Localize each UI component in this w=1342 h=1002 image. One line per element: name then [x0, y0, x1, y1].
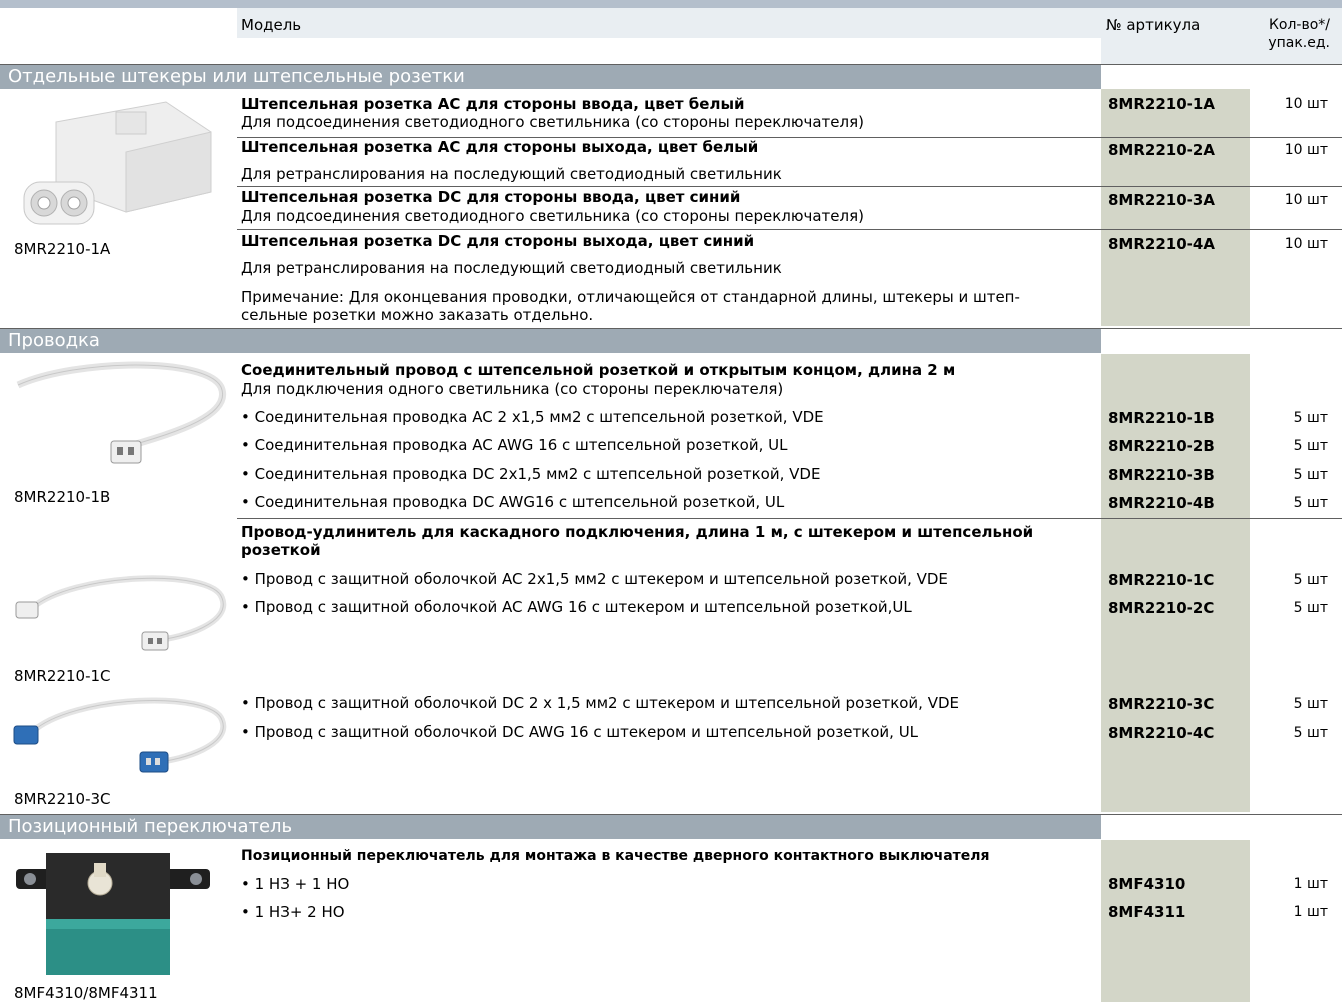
quantity: 5 шт	[1293, 725, 1328, 741]
quantity: 1 шт	[1293, 876, 1328, 892]
product-description: Для подсоединения светодиодного светильн…	[241, 207, 864, 225]
divider	[237, 518, 1342, 519]
image-caption: 8MR2210-1C	[14, 667, 111, 685]
quantity: 5 шт	[1293, 467, 1328, 483]
product-description: Для подсоединения светодиодного светильн…	[241, 113, 864, 131]
quantity: 5 шт	[1293, 696, 1328, 712]
quantity: 5 шт	[1293, 600, 1328, 616]
list-item: • Провод с защитной оболочкой AC 2x1,5 м…	[241, 570, 948, 588]
product-title: Штепсельная розетка DC для стороны ввода…	[241, 188, 741, 206]
section-title-plugs: Отдельные штекеры или штепсельные розетк…	[8, 66, 465, 87]
divider	[0, 814, 1342, 815]
article-number: 8MR2210-4B	[1108, 494, 1215, 512]
list-item: • Соединительная проводка AC 2 x1,5 мм2 …	[241, 408, 824, 426]
product-title: Провод-удлинитель для каскадного подключ…	[241, 523, 1034, 541]
product-description: Для ретранслирования на последующий свет…	[241, 259, 782, 277]
list-item: • Провод с защитной оболочкой DC 2 x 1,5…	[241, 694, 960, 712]
note: сельные розетки можно заказать отдельно.	[241, 306, 594, 324]
article-number: 8MR2210-2A	[1108, 141, 1215, 159]
quantity: 5 шт	[1293, 410, 1328, 426]
article-number: 8MR2210-1B	[1108, 409, 1215, 427]
note: Примечание: Для оконцевания проводки, от…	[241, 288, 1020, 306]
product-title: Штепсельная розетка AC для стороны выход…	[241, 138, 759, 156]
list-item: • 1 НЗ + 1 НО	[241, 875, 350, 893]
product-title: Штепсельная розетка AC для стороны ввода…	[241, 95, 745, 113]
section-title-switch: Позиционный переключатель	[8, 816, 293, 837]
dc-cable-image	[13, 697, 227, 773]
list-item: • Соединительная проводка DC 2x1,5 мм2 с…	[241, 465, 821, 483]
product-title: Штепсельная розетка DC для стороны выход…	[241, 232, 755, 250]
quantity: 5 шт	[1293, 438, 1328, 454]
article-number: 8MR2210-3B	[1108, 466, 1215, 484]
extension-cable-image	[15, 575, 227, 651]
header-article: № артикула	[1106, 16, 1201, 34]
article-number: 8MR2210-3C	[1108, 695, 1215, 713]
article-column-bg	[1101, 840, 1250, 1002]
product-title: Позиционный переключатель для монтажа в …	[241, 848, 990, 864]
header-qty: Кол-во*/ упак.ед.	[1268, 17, 1330, 51]
list-item: • Соединительная проводка DC AWG16 с ште…	[241, 493, 785, 511]
socket-image	[23, 101, 212, 225]
list-item: • 1 НЗ+ 2 НО	[241, 903, 345, 921]
quantity: 10 шт	[1284, 142, 1328, 158]
article-number: 8MR2210-2B	[1108, 437, 1215, 455]
quantity: 10 шт	[1284, 96, 1328, 112]
product-title: Соединительный провод с штепсельной розе…	[241, 361, 956, 379]
position-switch-image	[16, 853, 210, 975]
divider	[0, 64, 1342, 65]
product-title: розеткой	[241, 541, 321, 559]
quantity: 10 шт	[1284, 192, 1328, 208]
quantity: 1 шт	[1293, 904, 1328, 920]
header-model-bg	[237, 8, 1101, 38]
article-number: 8MR2210-2C	[1108, 599, 1215, 617]
top-bar	[0, 0, 1342, 8]
product-description: Для подключения одного светильника (со с…	[241, 380, 784, 398]
quantity: 5 шт	[1293, 495, 1328, 511]
list-item: • Соединительная проводка AC AWG 16 с шт…	[241, 436, 788, 454]
section-title-wiring: Проводка	[8, 330, 100, 351]
list-item: • Провод с защитной оболочкой DC AWG 16 …	[241, 723, 919, 741]
image-caption: 8MF4310/8MF4311	[14, 984, 158, 1002]
divider	[237, 186, 1342, 187]
quantity: 10 шт	[1284, 236, 1328, 252]
article-number: 8MR2210-3A	[1108, 191, 1215, 209]
header-model: Модель	[241, 16, 302, 34]
cable-image	[16, 361, 227, 464]
image-caption: 8MR2210-3C	[14, 790, 111, 808]
article-number: 8MF4310	[1108, 875, 1186, 893]
article-number: 8MF4311	[1108, 903, 1186, 921]
quantity: 5 шт	[1293, 572, 1328, 588]
image-caption: 8MR2210-1B	[14, 488, 111, 506]
article-number: 8MR2210-4A	[1108, 235, 1215, 253]
divider	[0, 328, 1342, 329]
article-number: 8MR2210-1C	[1108, 571, 1215, 589]
list-item: • Провод с защитной оболочкой AC AWG 16 …	[241, 598, 912, 616]
image-caption: 8MR2210-1A	[14, 240, 111, 258]
article-number: 8MR2210-4C	[1108, 724, 1215, 742]
section-band	[0, 329, 1101, 353]
product-description: Для ретранслирования на последующий свет…	[241, 165, 782, 183]
divider	[237, 229, 1342, 230]
article-number: 8MR2210-1A	[1108, 95, 1215, 113]
